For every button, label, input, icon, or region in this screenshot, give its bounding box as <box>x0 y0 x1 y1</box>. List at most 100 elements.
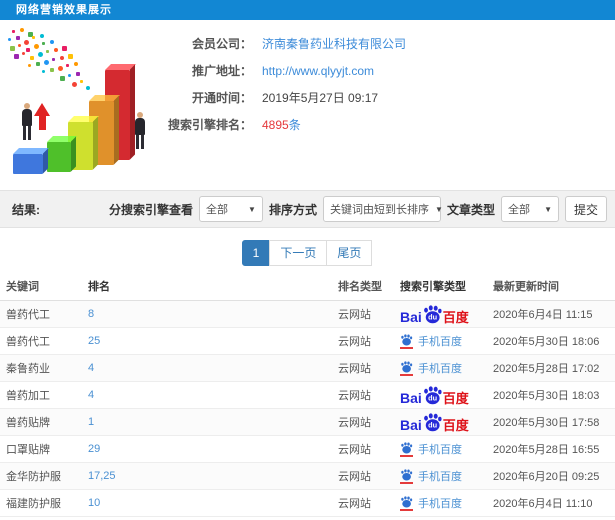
rank-type-cell: 云网站 <box>338 309 371 321</box>
pagination: 1 下一页 尾页 <box>0 240 615 266</box>
filter-controls: 分搜索引擎查看 全部 ▼ 排序方式 关键词由短到长排序 ▼ 文章类型 全部 ▼ … <box>109 196 607 222</box>
keyword-cell: 兽药代工 <box>6 309 50 321</box>
keyword-cell: 兽药代工 <box>6 336 50 348</box>
next-page-button[interactable]: 下一页 <box>269 240 328 266</box>
last-page-button[interactable]: 尾页 <box>326 240 373 266</box>
promo-url-label: 推广地址： <box>191 64 252 78</box>
updated-cell: 2020年5月30日 18:03 <box>493 390 600 402</box>
baidu-logo-bai: Bai <box>400 389 422 406</box>
chevron-down-icon: ▼ <box>434 204 443 214</box>
open-time-label: 开通时间： <box>191 91 252 105</box>
article-type-select[interactable]: 全部 ▼ <box>500 196 559 222</box>
updated-cell: 2020年5月30日 17:58 <box>493 417 600 429</box>
rank-link[interactable]: 25 <box>88 335 100 347</box>
svg-text:du: du <box>428 393 437 402</box>
rank-type-cell: 云网站 <box>338 471 371 483</box>
mobile-baidu-label: 手机百度 <box>418 363 462 375</box>
rank-link[interactable]: 10 <box>88 497 100 509</box>
header-keyword: 关键词 <box>6 281 39 293</box>
page-title: 网络营销效果展示 <box>0 0 615 20</box>
engine-cell: 手机百度 <box>398 495 493 511</box>
filter-bar: 结果: 分搜索引擎查看 全部 ▼ 排序方式 关键词由短到长排序 ▼ 文章类型 全… <box>0 190 615 228</box>
company-link[interactable]: 济南秦鲁药业科技有限公司 <box>262 35 406 52</box>
baidu-paw-icon: du <box>423 385 442 404</box>
header-rank-type: 排名类型 <box>338 281 382 293</box>
results-table: 关键词 排名 排名类型 搜索引擎类型 最新更新时间 兽药代工 8 云网站 Bai du 百… <box>0 272 615 520</box>
ranking-count-value: 4895 <box>262 117 289 132</box>
baidu-logo-bai: Bai <box>400 416 422 433</box>
engine-cell: 手机百度 <box>398 441 493 457</box>
info-row-ranking-count: 搜索引擎排名： 4895 条 <box>160 111 610 138</box>
mobile-baidu-badge: 手机百度 <box>400 360 462 376</box>
mobile-baidu-label: 手机百度 <box>418 444 462 456</box>
rank-type-cell: 云网站 <box>338 363 371 375</box>
keyword-cell: 兽药贴牌 <box>6 417 50 429</box>
engine-cell: 手机百度 <box>398 360 493 376</box>
header-updated: 最新更新时间 <box>493 281 559 293</box>
baidu-paw-icon <box>401 360 413 373</box>
baidu-logo: Bai du 百度 <box>400 385 469 406</box>
promo-url-link[interactable]: http://www.qlyyjt.com <box>262 64 374 78</box>
table-row: 兽药代工 8 云网站 Bai du 百度 2020年6月4日 11:15 <box>0 301 615 328</box>
keyword-cell: 金华防护服 <box>6 471 61 483</box>
mobile-baidu-badge: 手机百度 <box>400 468 462 484</box>
engine-cell: 手机百度 <box>398 468 493 484</box>
table-row: 兽药加工 4 云网站 Bai du 百度 2020年5月30日 18:03 <box>0 382 615 409</box>
page-1-button[interactable]: 1 <box>241 240 271 266</box>
table-row: 福建防护服 10 云网站 手机百度 2020年6月4日 11:10 <box>0 490 615 517</box>
mobile-baidu-badge: 手机百度 <box>400 441 462 457</box>
table-row: 口罩贴牌 29 云网站 手机百度 2020年5月28日 16:55 <box>0 436 615 463</box>
baidu-logo-cn: 百度 <box>442 390 469 406</box>
rank-type-cell: 云网站 <box>338 390 371 402</box>
mobile-baidu-badge: 手机百度 <box>400 333 462 349</box>
sort-filter-label: 排序方式 <box>268 202 317 217</box>
keyword-cell: 兽药加工 <box>6 390 50 402</box>
updated-cell: 2020年5月28日 16:55 <box>493 444 600 456</box>
baidu-logo: Bai du 百度 <box>400 304 469 325</box>
keyword-cell: 秦鲁药业 <box>6 363 50 375</box>
submit-button[interactable]: 提交 <box>564 196 607 222</box>
keyword-cell: 口罩贴牌 <box>6 444 50 456</box>
chart-bar-blue <box>13 154 43 174</box>
article-type-label: 文章类型 <box>446 202 495 217</box>
up-arrow-icon <box>34 103 50 131</box>
rank-link[interactable]: 4 <box>88 362 94 374</box>
engine-cell: Bai du 百度 <box>398 385 493 406</box>
table-row: 金华防护服 17,25 云网站 手机百度 2020年6月20日 09:25 <box>0 463 615 490</box>
businessman-figure-left <box>22 103 32 140</box>
svg-text:du: du <box>428 420 437 429</box>
rank-link[interactable]: 1 <box>88 416 94 428</box>
engine-cell: 手机百度 <box>398 333 493 349</box>
rank-link[interactable]: 29 <box>88 443 100 455</box>
rank-link[interactable]: 8 <box>88 308 94 320</box>
info-row-open-time: 开通时间： 2019年5月27日 09:17 <box>160 84 610 111</box>
baidu-paw-icon: du <box>423 412 442 431</box>
chevron-down-icon: ▼ <box>248 204 256 214</box>
mobile-baidu-label: 手机百度 <box>418 498 462 510</box>
updated-cell: 2020年5月28日 17:02 <box>493 363 600 375</box>
baidu-paw-icon <box>401 495 413 508</box>
engine-select[interactable]: 全部 ▼ <box>198 196 263 222</box>
mobile-baidu-label: 手机百度 <box>418 336 462 348</box>
rank-link[interactable]: 17,25 <box>88 470 116 482</box>
updated-cell: 2020年5月30日 18:06 <box>493 336 600 348</box>
sort-select[interactable]: 关键词由短到长排序 ▼ <box>322 196 443 222</box>
rank-type-cell: 云网站 <box>338 417 371 429</box>
baidu-logo-bai: Bai <box>400 308 422 325</box>
mobile-baidu-badge: 手机百度 <box>400 495 462 511</box>
baidu-paw-icon: du <box>423 304 442 323</box>
updated-cell: 2020年6月20日 09:25 <box>493 471 600 483</box>
engine-cell: Bai du 百度 <box>398 304 493 325</box>
engine-cell: Bai du 百度 <box>398 412 493 433</box>
table-body: 兽药代工 8 云网站 Bai du 百度 2020年6月4日 11:15 兽药代工 25 云网站手… <box>0 301 615 520</box>
info-row-url: 推广地址： http://www.qlyyjt.com <box>160 57 610 84</box>
ranking-count-label: 搜索引擎排名： <box>167 118 252 132</box>
result-label: 结果: <box>12 202 40 217</box>
ranking-count-suffix: 条 <box>288 118 301 132</box>
updated-cell: 2020年6月4日 11:10 <box>493 498 593 510</box>
chart-bar-green <box>47 142 71 172</box>
rank-link[interactable]: 4 <box>88 389 94 401</box>
businessman-figure-right <box>135 112 145 149</box>
rank-type-cell: 云网站 <box>338 444 371 456</box>
baidu-paw-icon <box>401 441 413 454</box>
